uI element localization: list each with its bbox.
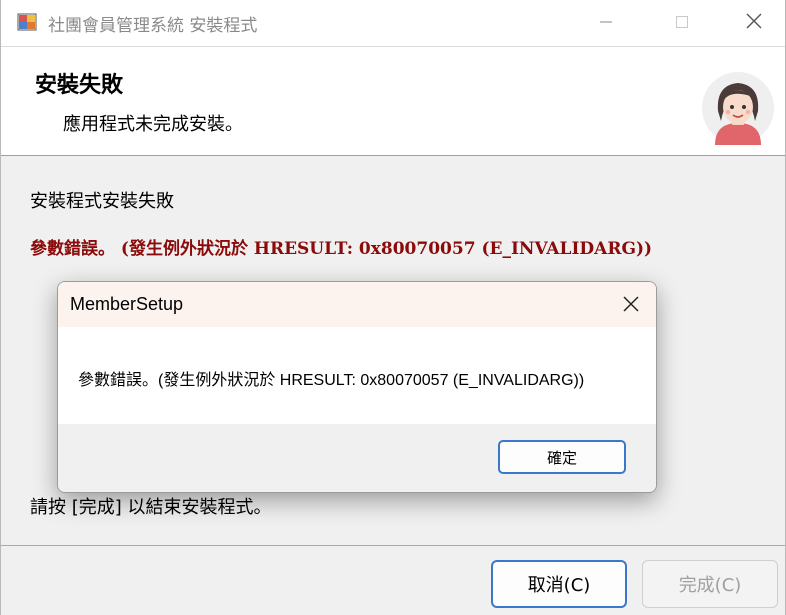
- minimize-icon: [599, 13, 613, 34]
- finish-button[interactable]: 完成(C): [642, 560, 778, 608]
- error-message: 參數錯誤。 (發生例外狀況於 HRESULT: 0x80070057 (E_IN…: [30, 239, 653, 259]
- finish-instruction: 請按 [完成] 以結束安裝程式。: [30, 497, 272, 518]
- dialog-title-bar: MemberSetup: [58, 282, 656, 327]
- installer-header: 安裝失敗 應用程式未完成安裝。: [1, 47, 785, 156]
- dialog-message: 參數錯誤。(發生例外狀況於 HRESULT: 0x80070057 (E_INV…: [78, 372, 585, 389]
- app-icon: [17, 12, 37, 32]
- error-dialog: MemberSetup 參數錯誤。(發生例外狀況於 HRESULT: 0x800…: [57, 281, 657, 493]
- title-bar: 社團會員管理系統 安裝程式: [1, 0, 785, 47]
- window-title: 社團會員管理系統 安裝程式: [48, 16, 258, 36]
- header-subtitle: 應用程式未完成安裝。: [63, 114, 243, 135]
- minimize-button[interactable]: [581, 0, 631, 46]
- dialog-footer: 確定: [58, 424, 656, 492]
- header-title: 安裝失敗: [35, 73, 124, 98]
- cancel-button[interactable]: 取消(C): [491, 560, 627, 608]
- status-text: 安裝程式安裝失敗: [30, 191, 174, 212]
- close-icon: [623, 293, 639, 318]
- ok-button[interactable]: 確定: [498, 440, 626, 474]
- user-avatar-icon: [701, 71, 775, 145]
- maximize-button[interactable]: [657, 0, 707, 46]
- maximize-icon: [675, 13, 689, 34]
- dialog-close-button[interactable]: [613, 289, 649, 321]
- dialog-title: MemberSetup: [70, 294, 184, 314]
- window-close-button[interactable]: [729, 0, 779, 46]
- footer-divider: [1, 545, 785, 546]
- close-icon: [745, 12, 763, 35]
